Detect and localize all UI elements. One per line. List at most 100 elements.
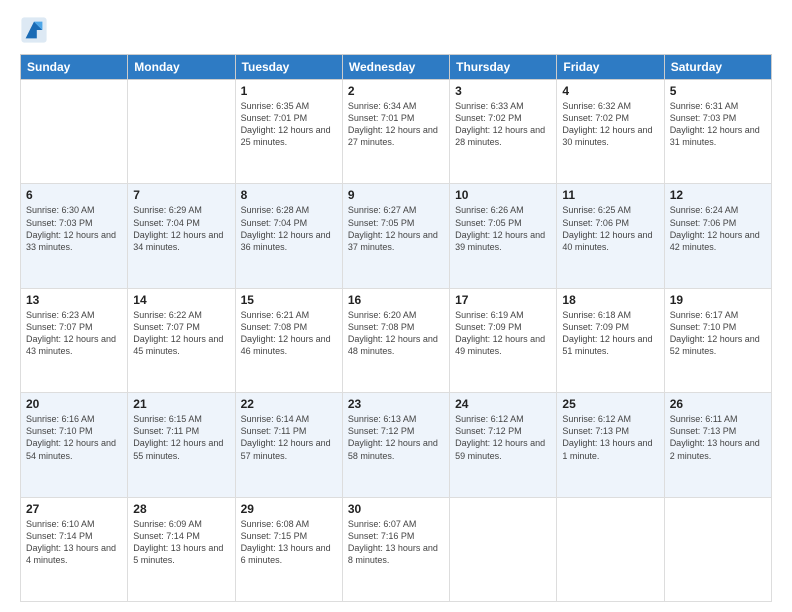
day-info: Sunrise: 6:28 AM Sunset: 7:04 PM Dayligh… <box>241 204 337 253</box>
day-cell: 30 Sunrise: 6:07 AM Sunset: 7:16 PM Dayli… <box>342 497 449 601</box>
day-cell: 23 Sunrise: 6:13 AM Sunset: 7:12 PM Dayli… <box>342 393 449 497</box>
day-cell: 16 Sunrise: 6:20 AM Sunset: 7:08 PM Dayli… <box>342 288 449 392</box>
week-row-3: 13 Sunrise: 6:23 AM Sunset: 7:07 PM Dayli… <box>21 288 772 392</box>
day-info: Sunrise: 6:35 AM Sunset: 7:01 PM Dayligh… <box>241 100 337 149</box>
day-cell: 17 Sunrise: 6:19 AM Sunset: 7:09 PM Dayli… <box>450 288 557 392</box>
day-number: 22 <box>241 397 337 411</box>
day-info: Sunrise: 6:24 AM Sunset: 7:06 PM Dayligh… <box>670 204 766 253</box>
day-number: 1 <box>241 84 337 98</box>
day-info: Sunrise: 6:30 AM Sunset: 7:03 PM Dayligh… <box>26 204 122 253</box>
day-info: Sunrise: 6:21 AM Sunset: 7:08 PM Dayligh… <box>241 309 337 358</box>
day-cell: 7Sunrise: 6:29 AM Sunset: 7:04 PM Daylig… <box>128 184 235 288</box>
logo <box>20 16 50 44</box>
day-info: Sunrise: 6:08 AM Sunset: 7:15 PM Dayligh… <box>241 518 337 567</box>
day-number: 21 <box>133 397 229 411</box>
weekday-wednesday: Wednesday <box>342 55 449 80</box>
day-info: Sunrise: 6:31 AM Sunset: 7:03 PM Dayligh… <box>670 100 766 149</box>
day-info: Sunrise: 6:33 AM Sunset: 7:02 PM Dayligh… <box>455 100 551 149</box>
day-info: Sunrise: 6:27 AM Sunset: 7:05 PM Dayligh… <box>348 204 444 253</box>
day-number: 9 <box>348 188 444 202</box>
day-number: 16 <box>348 293 444 307</box>
day-number: 25 <box>562 397 658 411</box>
day-number: 29 <box>241 502 337 516</box>
day-number: 3 <box>455 84 551 98</box>
day-number: 4 <box>562 84 658 98</box>
day-cell: 18 Sunrise: 6:18 AM Sunset: 7:09 PM Dayli… <box>557 288 664 392</box>
day-cell: 27Sunrise: 6:10 AM Sunset: 7:14 PM Dayli… <box>21 497 128 601</box>
day-number: 18 <box>562 293 658 307</box>
day-number: 12 <box>670 188 766 202</box>
day-cell: 13 Sunrise: 6:23 AM Sunset: 7:07 PM Dayli… <box>21 288 128 392</box>
day-info: Sunrise: 6:25 AM Sunset: 7:06 PM Dayligh… <box>562 204 658 253</box>
day-info: Sunrise: 6:18 AM Sunset: 7:09 PM Dayligh… <box>562 309 658 358</box>
day-info: Sunrise: 6:11 AM Sunset: 7:13 PM Dayligh… <box>670 413 766 462</box>
day-number: 2 <box>348 84 444 98</box>
day-info: Sunrise: 6:17 AM Sunset: 7:10 PM Dayligh… <box>670 309 766 358</box>
day-number: 6 <box>26 188 122 202</box>
day-number: 24 <box>455 397 551 411</box>
weekday-monday: Monday <box>128 55 235 80</box>
day-cell: 24 Sunrise: 6:12 AM Sunset: 7:12 PM Dayli… <box>450 393 557 497</box>
weekday-tuesday: Tuesday <box>235 55 342 80</box>
day-number: 30 <box>348 502 444 516</box>
weekday-friday: Friday <box>557 55 664 80</box>
day-cell <box>128 80 235 184</box>
day-number: 13 <box>26 293 122 307</box>
day-info: Sunrise: 6:34 AM Sunset: 7:01 PM Dayligh… <box>348 100 444 149</box>
day-cell: 5 Sunrise: 6:31 AM Sunset: 7:03 PM Daylig… <box>664 80 771 184</box>
day-number: 28 <box>133 502 229 516</box>
day-cell: 29 Sunrise: 6:08 AM Sunset: 7:15 PM Dayli… <box>235 497 342 601</box>
day-cell: 26 Sunrise: 6:11 AM Sunset: 7:13 PM Dayli… <box>664 393 771 497</box>
day-info: Sunrise: 6:26 AM Sunset: 7:05 PM Dayligh… <box>455 204 551 253</box>
day-info: Sunrise: 6:13 AM Sunset: 7:12 PM Dayligh… <box>348 413 444 462</box>
day-cell: 8 Sunrise: 6:28 AM Sunset: 7:04 PM Daylig… <box>235 184 342 288</box>
day-info: Sunrise: 6:23 AM Sunset: 7:07 PM Dayligh… <box>26 309 122 358</box>
week-row-4: 20 Sunrise: 6:16 AM Sunset: 7:10 PM Dayli… <box>21 393 772 497</box>
day-info: Sunrise: 6:32 AM Sunset: 7:02 PM Dayligh… <box>562 100 658 149</box>
day-number: 17 <box>455 293 551 307</box>
page-header <box>20 16 772 44</box>
day-cell <box>450 497 557 601</box>
day-info: Sunrise: 6:19 AM Sunset: 7:09 PM Dayligh… <box>455 309 551 358</box>
day-cell: 1 Sunrise: 6:35 AM Sunset: 7:01 PM Daylig… <box>235 80 342 184</box>
day-number: 11 <box>562 188 658 202</box>
week-row-5: 27Sunrise: 6:10 AM Sunset: 7:14 PM Dayli… <box>21 497 772 601</box>
day-number: 10 <box>455 188 551 202</box>
weekday-thursday: Thursday <box>450 55 557 80</box>
day-number: 19 <box>670 293 766 307</box>
day-cell: 9 Sunrise: 6:27 AM Sunset: 7:05 PM Daylig… <box>342 184 449 288</box>
week-row-1: 1 Sunrise: 6:35 AM Sunset: 7:01 PM Daylig… <box>21 80 772 184</box>
day-info: Sunrise: 6:12 AM Sunset: 7:13 PM Dayligh… <box>562 413 658 462</box>
day-info: Sunrise: 6:09 AM Sunset: 7:14 PM Dayligh… <box>133 518 229 567</box>
day-cell: 21 Sunrise: 6:15 AM Sunset: 7:11 PM Dayli… <box>128 393 235 497</box>
day-cell <box>21 80 128 184</box>
day-number: 5 <box>670 84 766 98</box>
day-cell: 25 Sunrise: 6:12 AM Sunset: 7:13 PM Dayli… <box>557 393 664 497</box>
day-info: Sunrise: 6:15 AM Sunset: 7:11 PM Dayligh… <box>133 413 229 462</box>
day-info: Sunrise: 6:20 AM Sunset: 7:08 PM Dayligh… <box>348 309 444 358</box>
day-cell: 4 Sunrise: 6:32 AM Sunset: 7:02 PM Daylig… <box>557 80 664 184</box>
logo-icon <box>20 16 48 44</box>
day-info: Sunrise: 6:07 AM Sunset: 7:16 PM Dayligh… <box>348 518 444 567</box>
day-info: Sunrise: 6:22 AM Sunset: 7:07 PM Dayligh… <box>133 309 229 358</box>
day-number: 8 <box>241 188 337 202</box>
day-number: 26 <box>670 397 766 411</box>
day-cell <box>557 497 664 601</box>
day-cell: 12 Sunrise: 6:24 AM Sunset: 7:06 PM Dayli… <box>664 184 771 288</box>
weekday-saturday: Saturday <box>664 55 771 80</box>
weekday-sunday: Sunday <box>21 55 128 80</box>
day-info: Sunrise: 6:14 AM Sunset: 7:11 PM Dayligh… <box>241 413 337 462</box>
day-number: 15 <box>241 293 337 307</box>
day-info: Sunrise: 6:16 AM Sunset: 7:10 PM Dayligh… <box>26 413 122 462</box>
day-number: 14 <box>133 293 229 307</box>
day-info: Sunrise: 6:12 AM Sunset: 7:12 PM Dayligh… <box>455 413 551 462</box>
day-number: 20 <box>26 397 122 411</box>
day-info: Sunrise: 6:10 AM Sunset: 7:14 PM Dayligh… <box>26 518 122 567</box>
day-number: 23 <box>348 397 444 411</box>
day-cell: 15 Sunrise: 6:21 AM Sunset: 7:08 PM Dayli… <box>235 288 342 392</box>
day-cell: 10 Sunrise: 6:26 AM Sunset: 7:05 PM Dayli… <box>450 184 557 288</box>
weekday-header-row: SundayMondayTuesdayWednesdayThursdayFrid… <box>21 55 772 80</box>
day-number: 7 <box>133 188 229 202</box>
day-cell: 28 Sunrise: 6:09 AM Sunset: 7:14 PM Dayli… <box>128 497 235 601</box>
calendar: SundayMondayTuesdayWednesdayThursdayFrid… <box>20 54 772 602</box>
